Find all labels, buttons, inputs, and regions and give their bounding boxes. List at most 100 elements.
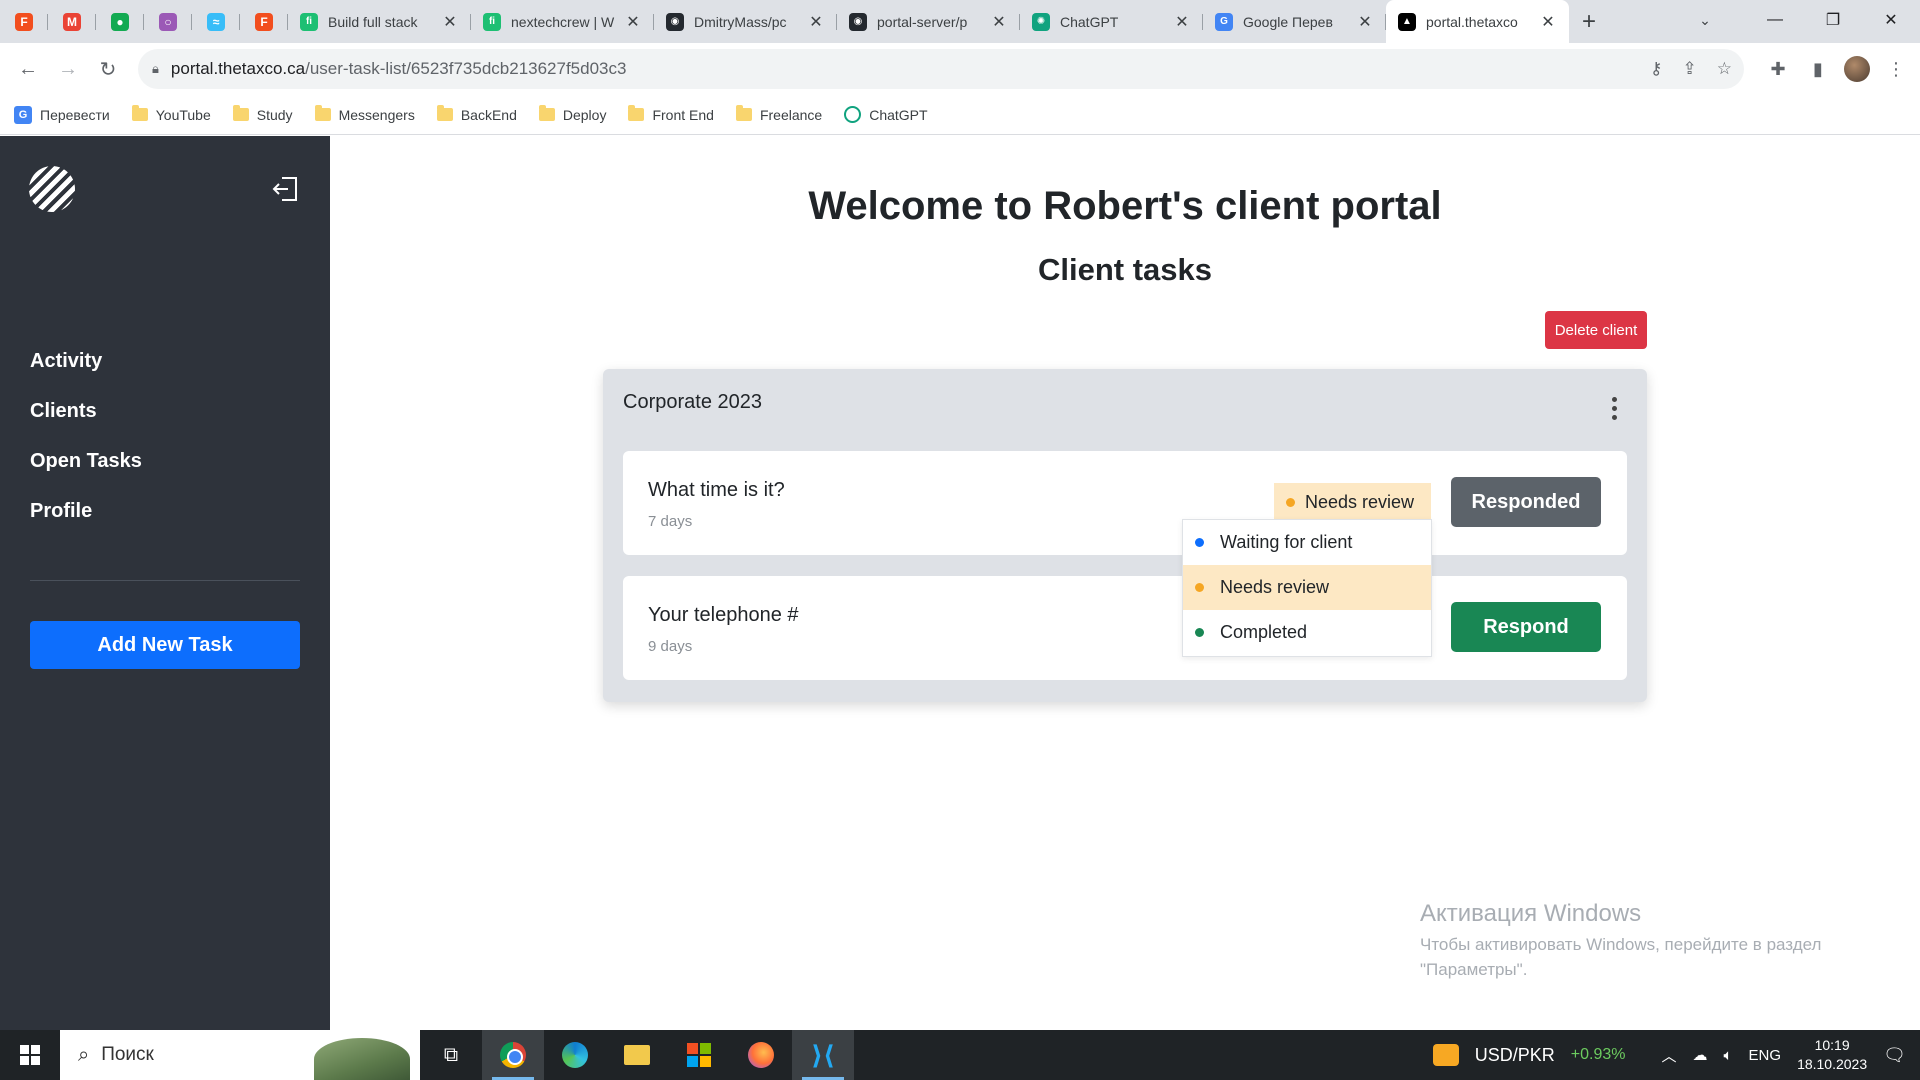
watermark-line: "Параметры". [1420, 960, 1528, 979]
tab-search-icon[interactable]: ⌄ [1685, 0, 1725, 40]
restore-button[interactable]: ❐ [1804, 0, 1862, 40]
browser-tab[interactable]: fi nextechcrew | W ✕ [471, 0, 654, 43]
bookmark-item[interactable]: Freelance [735, 105, 822, 123]
bookmark-star-icon[interactable]: ☆ [1717, 59, 1732, 79]
currency-widget-icon[interactable] [1432, 1044, 1459, 1066]
extensions-icon[interactable]: ✚ [1764, 55, 1792, 83]
status-label: Needs review [1305, 491, 1415, 512]
store-icon [687, 1043, 711, 1067]
close-icon[interactable]: ✕ [990, 12, 1008, 32]
pinned-tab[interactable]: F [0, 0, 48, 43]
section-title: Client tasks [1037, 252, 1212, 287]
forward-button[interactable]: → [48, 49, 88, 89]
browser-tab[interactable]: fi Build full stack ✕ [288, 0, 471, 43]
taskbar-chrome[interactable] [482, 1030, 544, 1080]
notifications-icon[interactable]: 🗨︎ [1883, 1045, 1906, 1066]
sidebar-divider [30, 580, 300, 581]
pinned-tab[interactable]: ● [96, 0, 144, 43]
bookmark-label: ChatGPT [869, 106, 928, 123]
pinned-tab[interactable]: F [240, 0, 288, 43]
browser-tab[interactable]: G Google Перев ✕ [1203, 0, 1386, 43]
fiverr-icon: fi [300, 12, 318, 31]
sidebar-item-open-tasks[interactable]: Open Tasks [30, 436, 142, 486]
folder-icon [735, 105, 752, 121]
language-indicator[interactable]: ENG [1749, 1047, 1782, 1064]
sidebar-item-profile[interactable]: Profile [30, 486, 142, 536]
task-card: Your telephone # 9 days Respond [623, 576, 1627, 680]
taskbar-edge[interactable] [544, 1030, 606, 1080]
taskbar-store[interactable] [668, 1030, 730, 1080]
side-panel-icon[interactable]: ▮ [1804, 55, 1832, 83]
bookmark-item[interactable]: Deploy [538, 105, 606, 123]
status-option-label: Waiting for client [1220, 532, 1353, 552]
status-dot-icon [1195, 583, 1204, 592]
bookmark-item[interactable]: YouTube [131, 105, 211, 123]
status-dot-icon [1286, 497, 1295, 507]
tab-title: DmitryMass/pc [694, 13, 787, 30]
close-window-button[interactable]: ✕ [1862, 0, 1920, 40]
bookmark-item[interactable]: Messengers [314, 105, 415, 123]
start-button[interactable] [0, 1030, 60, 1080]
browser-tab[interactable]: ◉ DmitryMass/pc ✕ [654, 0, 837, 43]
bookmark-item[interactable]: BackEnd [436, 105, 517, 123]
pinned-tab[interactable]: M [48, 0, 96, 43]
sidebar-item-activity[interactable]: Activity [30, 336, 142, 386]
reload-button[interactable]: ↻ [88, 49, 128, 89]
close-icon[interactable]: ✕ [624, 12, 642, 32]
back-button[interactable]: ← [8, 49, 48, 89]
chatgpt-icon: ✺ [1032, 12, 1050, 31]
close-icon[interactable]: ✕ [807, 12, 825, 32]
add-new-task-button[interactable]: Add New Task [30, 621, 300, 669]
google-translate-icon: G [1215, 12, 1233, 31]
browser-tab[interactable]: ▲ portal.thetaxco ✕ [1386, 0, 1569, 43]
new-tab-button[interactable]: + [1569, 0, 1609, 43]
taskbar-explorer[interactable] [606, 1030, 668, 1080]
clock-time: 10:19 [1814, 1037, 1850, 1053]
chevron-up-icon[interactable]: ︿ [1662, 1045, 1677, 1066]
portal-icon: ▲ [1398, 12, 1416, 31]
minimize-button[interactable]: — [1746, 0, 1804, 40]
tab-title: portal-server/p [877, 13, 968, 30]
pinned-tab[interactable]: ≈ [192, 0, 240, 43]
taskbar-firefox[interactable] [730, 1030, 792, 1080]
browser-tab[interactable]: ◉ portal-server/p ✕ [837, 0, 1020, 43]
logout-icon[interactable] [270, 174, 300, 204]
bookmark-item[interactable]: Study [232, 105, 293, 123]
volume-icon[interactable]: 🔈︎ [1724, 1047, 1733, 1064]
bookmark-item[interactable]: G Перевести [14, 105, 110, 124]
close-icon[interactable]: ✕ [1356, 12, 1374, 32]
status-select[interactable]: Needs review [1274, 483, 1431, 521]
browser-tab[interactable]: ✺ ChatGPT ✕ [1020, 0, 1203, 43]
password-key-icon[interactable]: ⚷ [1650, 59, 1662, 79]
pinned-tab[interactable]: ○ [144, 0, 192, 43]
status-option[interactable]: Completed [1183, 610, 1431, 655]
close-icon[interactable]: ✕ [1173, 12, 1191, 32]
status-option[interactable]: Waiting for client [1183, 520, 1431, 565]
task-view-button[interactable]: ⧉ [420, 1030, 482, 1080]
logo[interactable] [29, 166, 75, 212]
bookmark-item[interactable]: Front End [628, 105, 714, 123]
status-option[interactable]: Needs review [1183, 565, 1431, 610]
system-tray: USD/PKR +0.93% ︿ ☁ 🔈︎ ENG 10:19 18.10.20… [1432, 1030, 1920, 1080]
watermark-title: Активация Windows [1420, 900, 1642, 927]
task-group-panel: Corporate 2023 What time is it? 7 days N… [603, 369, 1647, 702]
bookmarks-bar: G Перевести YouTube Study Messengers BackEnd D… [0, 95, 1920, 135]
kebab-menu-icon[interactable] [1612, 397, 1617, 420]
delete-client-button[interactable]: Delete client [1545, 311, 1647, 349]
cloud-icon[interactable]: ☁ [1693, 1046, 1708, 1064]
figma-icon: F [255, 12, 273, 31]
clock[interactable]: 10:19 18.10.2023 [1797, 1036, 1867, 1074]
bookmark-item[interactable]: ChatGPT [844, 106, 928, 123]
avatar[interactable] [1844, 56, 1870, 82]
sidebar-item-clients[interactable]: Clients [30, 386, 142, 436]
currency-label[interactable]: USD/PKR [1475, 1045, 1555, 1066]
address-bar[interactable]: 🔒︎ portal.thetaxco.ca /user-task-list/65… [138, 49, 1744, 89]
chrome-menu-icon[interactable]: ⋮ [1882, 55, 1910, 83]
taskbar-search[interactable]: ⌕ Поиск [60, 1030, 420, 1080]
close-icon[interactable]: ✕ [441, 12, 459, 32]
taskbar-vscode[interactable]: ⟩⟨ [792, 1030, 854, 1080]
respond-button[interactable]: Respond [1451, 602, 1601, 652]
responded-button[interactable]: Responded [1451, 477, 1601, 527]
close-icon[interactable]: ✕ [1539, 12, 1557, 32]
share-icon[interactable]: ⇪ [1683, 59, 1697, 79]
